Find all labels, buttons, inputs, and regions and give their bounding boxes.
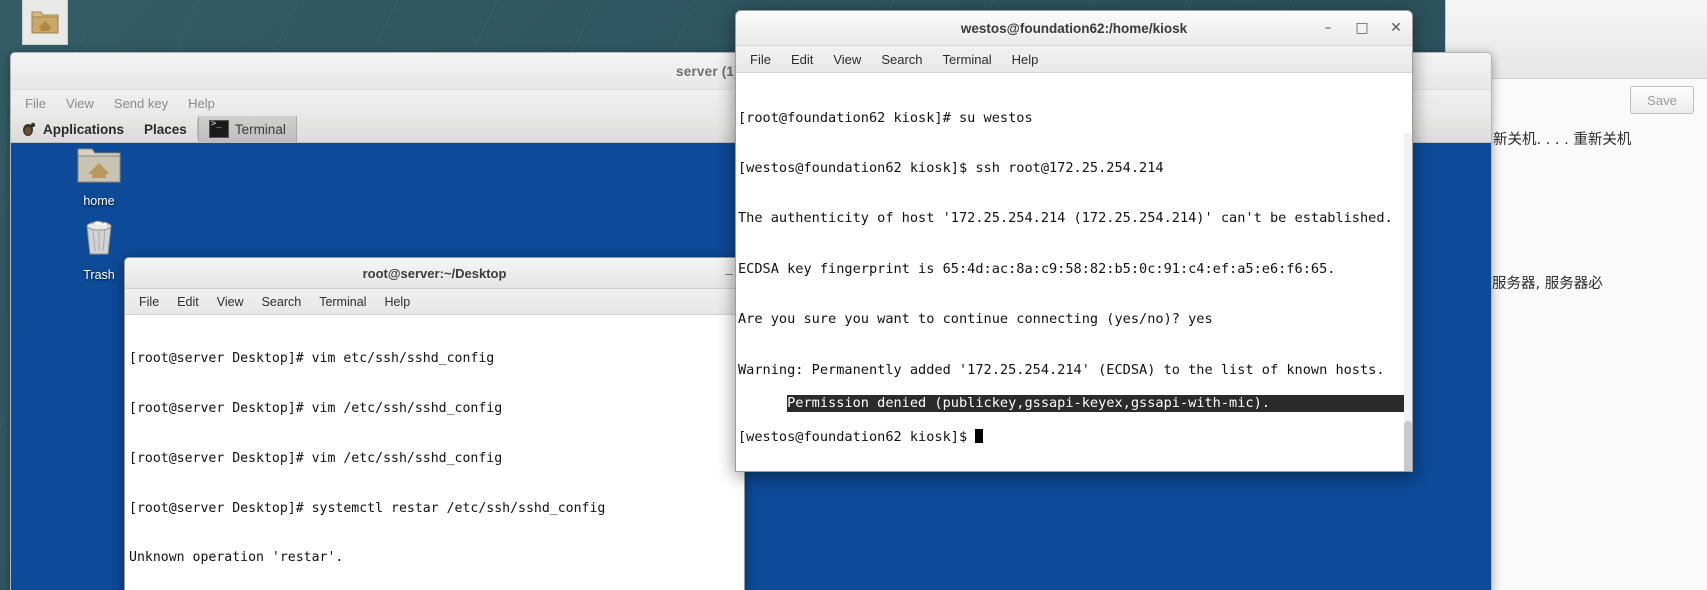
vv-menu-help[interactable]: Help: [188, 96, 215, 111]
terminal-line: The authenticity of host '172.25.254.214…: [738, 210, 1393, 227]
server-terminal-menubar[interactable]: File Edit View Search Terminal Help: [125, 289, 744, 315]
window-controls: – □ ✕: [1320, 11, 1404, 45]
applications-label: Applications: [43, 121, 125, 137]
foundation-menu-view[interactable]: View: [833, 52, 861, 67]
minimize-button[interactable]: –: [1320, 20, 1336, 36]
vv-menu-send-key[interactable]: Send key: [114, 96, 168, 111]
home-folder-glyph: [31, 11, 59, 34]
server-menu-terminal[interactable]: Terminal: [319, 295, 366, 309]
home-folder-icon: [77, 148, 121, 183]
terminal-line: [root@server Desktop]# vim /etc/ssh/sshd…: [129, 400, 503, 416]
terminal-scrollbar[interactable]: [1404, 133, 1412, 471]
desktop-icon-label: home: [83, 194, 115, 208]
trash-icon: [86, 220, 112, 255]
server-menu-view[interactable]: View: [217, 295, 244, 309]
vv-menu-file[interactable]: File: [25, 96, 46, 111]
server-terminal-title: root@server:~/Desktop: [362, 265, 507, 281]
terminal-line: [root@server Desktop]# vim /etc/ssh/sshd…: [129, 450, 503, 466]
taskbar-item-label: Terminal: [234, 121, 286, 137]
server-terminal-window[interactable]: root@server:~/Desktop – File Edit View S…: [124, 257, 745, 590]
terminal-prompt-text: [westos@foundation62 kiosk]$: [738, 428, 976, 445]
server-terminal-output[interactable]: [root@server Desktop]# vim etc/ssh/sshd_…: [125, 315, 744, 590]
home-folder-icon[interactable]: [22, 0, 68, 45]
applications-menu[interactable]: Applications: [11, 116, 134, 142]
maximize-button[interactable]: □: [1354, 20, 1370, 36]
foundation-terminal-title: westos@foundation62:/home/kiosk: [960, 20, 1188, 36]
server-menu-help[interactable]: Help: [384, 295, 410, 309]
vv-menu-view[interactable]: View: [66, 96, 94, 111]
terminal-icon: [208, 119, 229, 138]
terminal-line: Are you sure you want to continue connec…: [738, 311, 1213, 328]
server-terminal-titlebar[interactable]: root@server:~/Desktop –: [125, 258, 744, 289]
terminal-line: [westos@foundation62 kiosk]$ ssh root@17…: [738, 159, 1164, 176]
gnome-foot-icon: [23, 122, 36, 136]
places-menu[interactable]: Places: [134, 116, 197, 142]
terminal-scrollbar-thumb[interactable]: [1404, 421, 1412, 471]
screen-root: Save 您重新关机. . . . 重新关机 身份登陆服务器, 服务器必 重联。…: [0, 0, 1707, 590]
terminal-line: [root@foundation62 kiosk]# su westos: [738, 109, 1033, 126]
foundation-terminal-titlebar[interactable]: westos@foundation62:/home/kiosk – □ ✕: [736, 11, 1412, 46]
foundation-menu-file[interactable]: File: [750, 52, 771, 67]
foundation-terminal-window[interactable]: westos@foundation62:/home/kiosk – □ ✕ Fi…: [735, 10, 1413, 472]
terminal-prompt-line: [westos@foundation62 kiosk]$: [738, 428, 1412, 446]
close-button[interactable]: ✕: [1388, 20, 1404, 36]
terminal-line: [root@server Desktop]# vim etc/ssh/sshd_…: [129, 351, 495, 367]
terminal-line-highlighted: Permission denied (publickey,gssapi-keye…: [787, 395, 1412, 412]
desktop-icon-home[interactable]: home: [55, 144, 143, 208]
foundation-terminal-output[interactable]: [root@foundation62 kiosk]# su westos [we…: [736, 73, 1412, 471]
places-label: Places: [144, 121, 187, 137]
foundation-menu-help[interactable]: Help: [1012, 52, 1039, 67]
foundation-menu-edit[interactable]: Edit: [791, 52, 813, 67]
save-button[interactable]: Save: [1630, 86, 1694, 114]
taskbar-item-terminal[interactable]: Terminal: [197, 116, 297, 142]
server-menu-search[interactable]: Search: [262, 295, 302, 309]
foundation-menu-search[interactable]: Search: [881, 52, 922, 67]
terminal-line: ECDSA key fingerprint is 65:4d:ac:8a:c9:…: [738, 260, 1336, 277]
foundation-terminal-menubar[interactable]: File Edit View Search Terminal Help: [736, 46, 1412, 73]
text-cursor: [975, 428, 984, 443]
terminal-line: [root@server Desktop]# systemctl restar …: [129, 500, 606, 516]
terminal-line: Warning: Permanently added '172.25.254.2…: [738, 361, 1385, 378]
server-menu-edit[interactable]: Edit: [177, 295, 199, 309]
server-menu-file[interactable]: File: [139, 295, 159, 309]
terminal-line: Unknown operation 'restar'.: [129, 550, 344, 566]
foundation-menu-terminal[interactable]: Terminal: [943, 52, 992, 67]
